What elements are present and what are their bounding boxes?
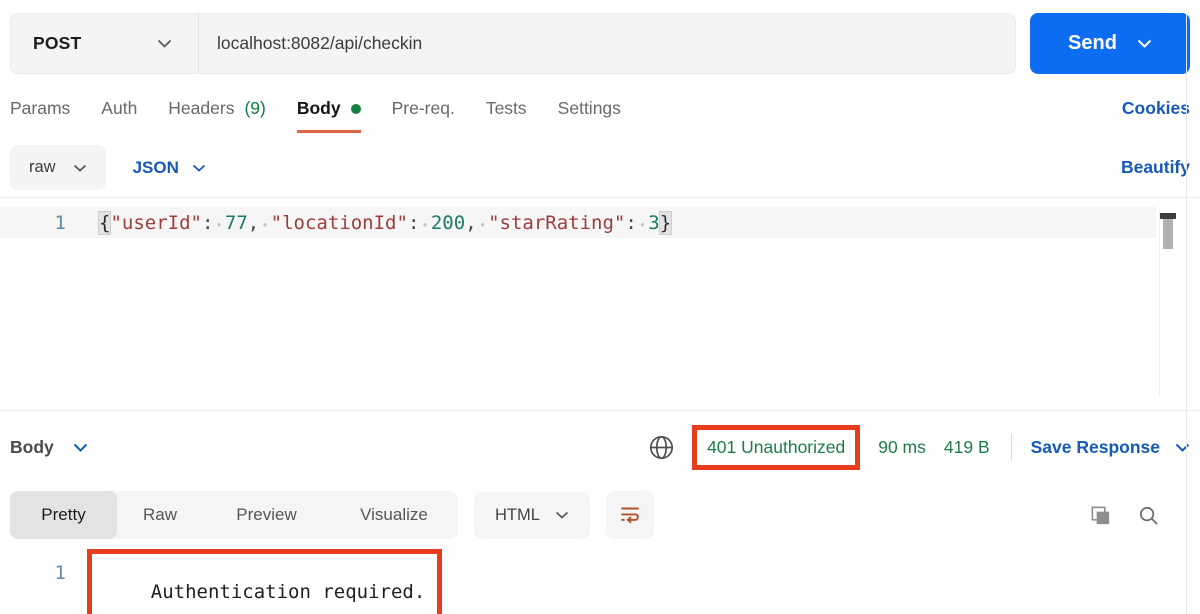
request-bar: POST Send xyxy=(10,13,1190,74)
view-tab-visualize[interactable]: Visualize xyxy=(330,491,458,539)
response-time: 90 ms xyxy=(878,437,926,458)
divider xyxy=(0,197,1200,198)
body-format-label: raw xyxy=(29,158,56,177)
chevron-down-icon xyxy=(73,443,88,452)
search-icon[interactable] xyxy=(1137,504,1160,527)
scrollbar-thumb[interactable] xyxy=(1163,219,1173,249)
status-annotation-box: 401 Unauthorized xyxy=(692,425,860,470)
globe-icon[interactable] xyxy=(648,434,675,461)
chevron-down-icon[interactable] xyxy=(1137,39,1152,48)
method-dropdown[interactable]: POST xyxy=(11,14,199,73)
tab-headers[interactable]: Headers (9) xyxy=(168,98,266,133)
send-button[interactable]: Send xyxy=(1030,13,1190,74)
response-content: Authentication required. xyxy=(151,581,426,603)
tab-auth[interactable]: Auth xyxy=(101,98,137,133)
response-language-dropdown[interactable]: HTML xyxy=(474,492,590,539)
send-label: Send xyxy=(1068,32,1117,55)
view-tab-pretty[interactable]: Pretty xyxy=(10,491,117,539)
chevron-down-icon xyxy=(192,164,206,172)
response-actions xyxy=(1089,504,1190,527)
line-number: 1 xyxy=(0,212,66,234)
divider xyxy=(1011,433,1012,461)
chevron-down-icon xyxy=(555,511,569,519)
tab-params[interactable]: Params xyxy=(10,98,70,133)
response-meta: 401 Unauthorized 90 ms 419 B Save Respon… xyxy=(648,425,1190,470)
editor-scrollbar[interactable] xyxy=(1159,210,1176,396)
response-body-dropdown[interactable]: Body xyxy=(10,437,88,458)
chevron-down-icon xyxy=(1175,443,1190,452)
body-toolbar: raw JSON Beautify xyxy=(10,145,1190,190)
request-code-row[interactable]: 1 {"userId": 77, "locationId": 200, "sta… xyxy=(0,207,1156,238)
response-size: 419 B xyxy=(944,437,990,458)
language-dropdown[interactable]: JSON xyxy=(133,158,206,178)
tab-tests[interactable]: Tests xyxy=(486,98,527,133)
response-annotation-box: Authentication required. xyxy=(87,549,442,614)
url-group: POST xyxy=(10,13,1016,74)
view-tab-preview[interactable]: Preview xyxy=(203,491,330,539)
line-number: 1 xyxy=(0,549,66,584)
tab-body[interactable]: Body xyxy=(297,98,361,133)
response-view-tabs: Pretty Raw Preview Visualize xyxy=(10,491,458,539)
request-body-editor[interactable]: 1 {"userId": 77, "locationId": 200, "sta… xyxy=(0,207,1200,403)
language-label: JSON xyxy=(133,158,179,178)
request-tabs: Params Auth Headers (9) Body Pre-req. Te… xyxy=(10,98,1190,133)
save-response-button[interactable]: Save Response xyxy=(1031,437,1190,458)
headers-count-badge: (9) xyxy=(244,98,265,119)
request-code-line: {"userId": 77, "locationId": 200, "starR… xyxy=(66,212,671,234)
wrap-lines-icon xyxy=(617,502,643,528)
divider xyxy=(0,410,1200,411)
cookies-link[interactable]: Cookies xyxy=(1122,98,1190,119)
chevron-down-icon xyxy=(157,39,172,48)
response-header: Body 401 Unauthorized 90 ms 419 B Save R… xyxy=(10,419,1190,475)
body-format-dropdown[interactable]: raw xyxy=(10,145,106,190)
response-body[interactable]: 1 Authentication required. xyxy=(0,549,1200,614)
url-input[interactable] xyxy=(199,14,1015,73)
beautify-link[interactable]: Beautify xyxy=(1121,157,1190,178)
tab-settings[interactable]: Settings xyxy=(558,98,621,133)
tab-pre-request[interactable]: Pre-req. xyxy=(392,98,455,133)
wrap-lines-button[interactable] xyxy=(606,491,654,539)
chevron-down-icon xyxy=(73,164,87,172)
response-body-label: Body xyxy=(10,437,54,458)
page-edge-line xyxy=(1186,13,1187,614)
response-language-label: HTML xyxy=(495,506,540,525)
status-badge: 401 Unauthorized xyxy=(707,437,845,458)
copy-icon[interactable] xyxy=(1089,504,1112,527)
response-toolbar: Pretty Raw Preview Visualize HTML xyxy=(10,491,1190,539)
method-label: POST xyxy=(33,33,81,54)
view-tab-raw[interactable]: Raw xyxy=(117,491,203,539)
body-has-content-dot xyxy=(351,104,361,114)
